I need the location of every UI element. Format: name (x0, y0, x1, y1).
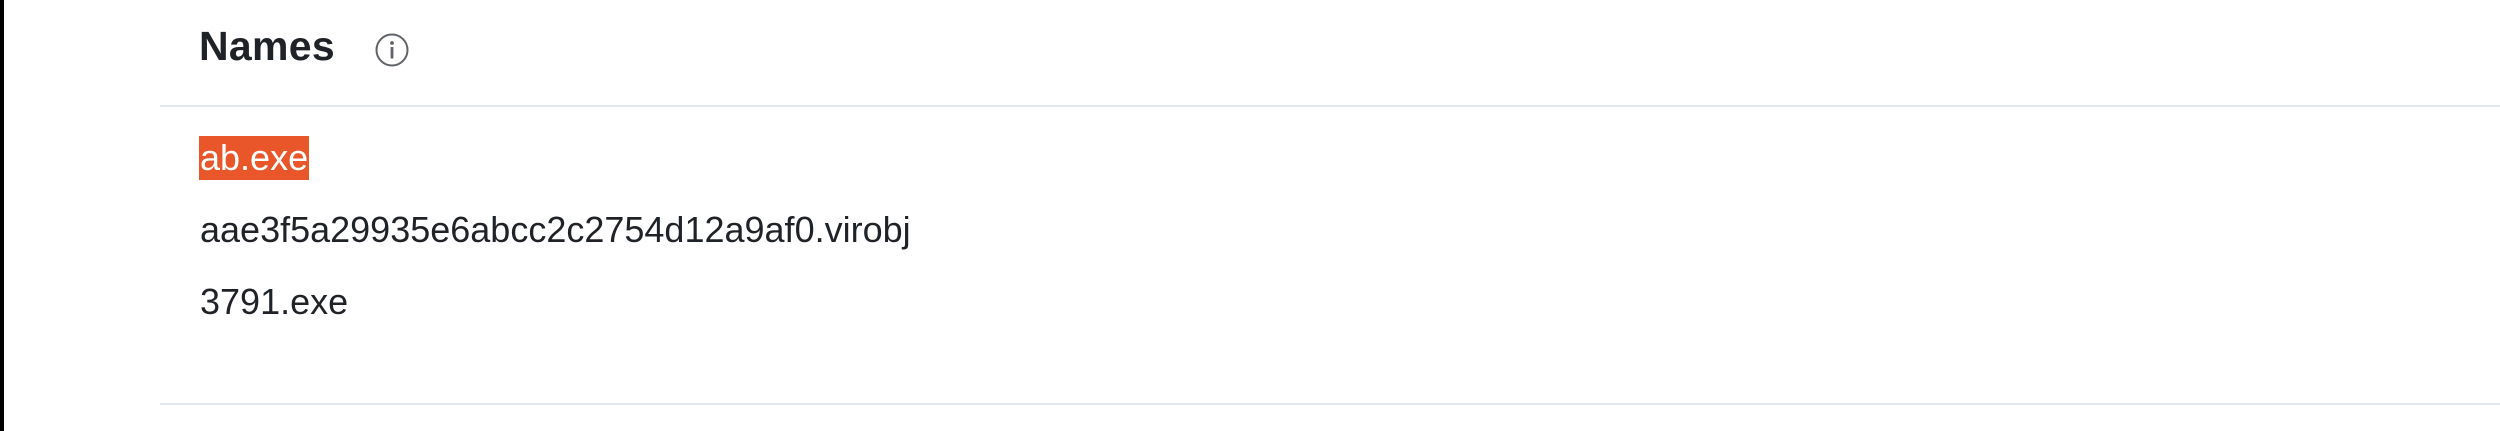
info-circle-icon[interactable] (374, 32, 410, 68)
list-item[interactable]: 3791.exe (199, 280, 912, 352)
list-item[interactable]: ab.exe (199, 136, 912, 208)
list-item[interactable]: aae3f5a29935e6abcc2c2754d12a9af0.virobj (199, 208, 912, 280)
window-left-border (0, 0, 4, 431)
page: Names ab.exe aae3f5a29935e6abcc2c2754d12… (0, 0, 2500, 431)
card-header: Names (160, 0, 2500, 107)
name-value[interactable]: aae3f5a29935e6abcc2c2754d12a9af0.virobj (199, 208, 912, 252)
names-list: ab.exe aae3f5a29935e6abcc2c2754d12a9af0.… (199, 136, 912, 352)
section-title: Names (199, 23, 335, 69)
card-bottom-divider (160, 403, 2500, 405)
name-value-highlighted[interactable]: ab.exe (199, 136, 310, 180)
name-value[interactable]: 3791.exe (199, 280, 349, 324)
names-card: Names ab.exe aae3f5a29935e6abcc2c2754d12… (160, 0, 2500, 431)
